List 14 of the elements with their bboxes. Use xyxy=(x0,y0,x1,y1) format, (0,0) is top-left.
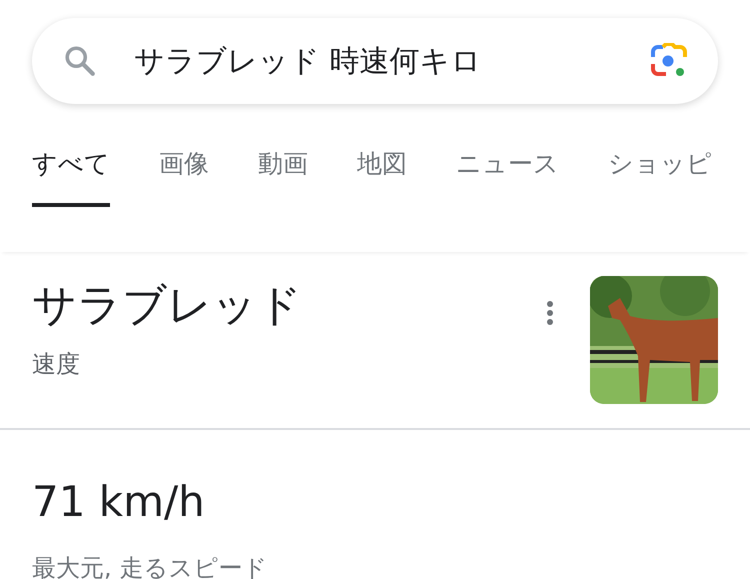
entity-title: サラブレッド xyxy=(32,279,303,333)
tab[interactable]: ショッピ xyxy=(608,136,712,207)
tab[interactable]: 地図 xyxy=(357,136,407,207)
speed-value: 71 km/h xyxy=(32,476,206,528)
tab[interactable]: すべて xyxy=(32,136,110,207)
search-field[interactable]: サラブレッド 時速何キロ xyxy=(134,44,614,78)
more-options-icon[interactable] xyxy=(546,300,554,326)
search-bar[interactable]: サラブレッド 時速何キロ xyxy=(32,18,718,104)
tab[interactable]: ニュース xyxy=(456,136,559,207)
entity-subtitle: 速度 xyxy=(32,349,81,380)
tab[interactable]: 動画 xyxy=(258,136,308,207)
speed-caption: 最大元, 走るスピード xyxy=(32,553,268,579)
tab[interactable]: 画像 xyxy=(159,136,209,207)
camera-icon[interactable] xyxy=(650,43,688,79)
